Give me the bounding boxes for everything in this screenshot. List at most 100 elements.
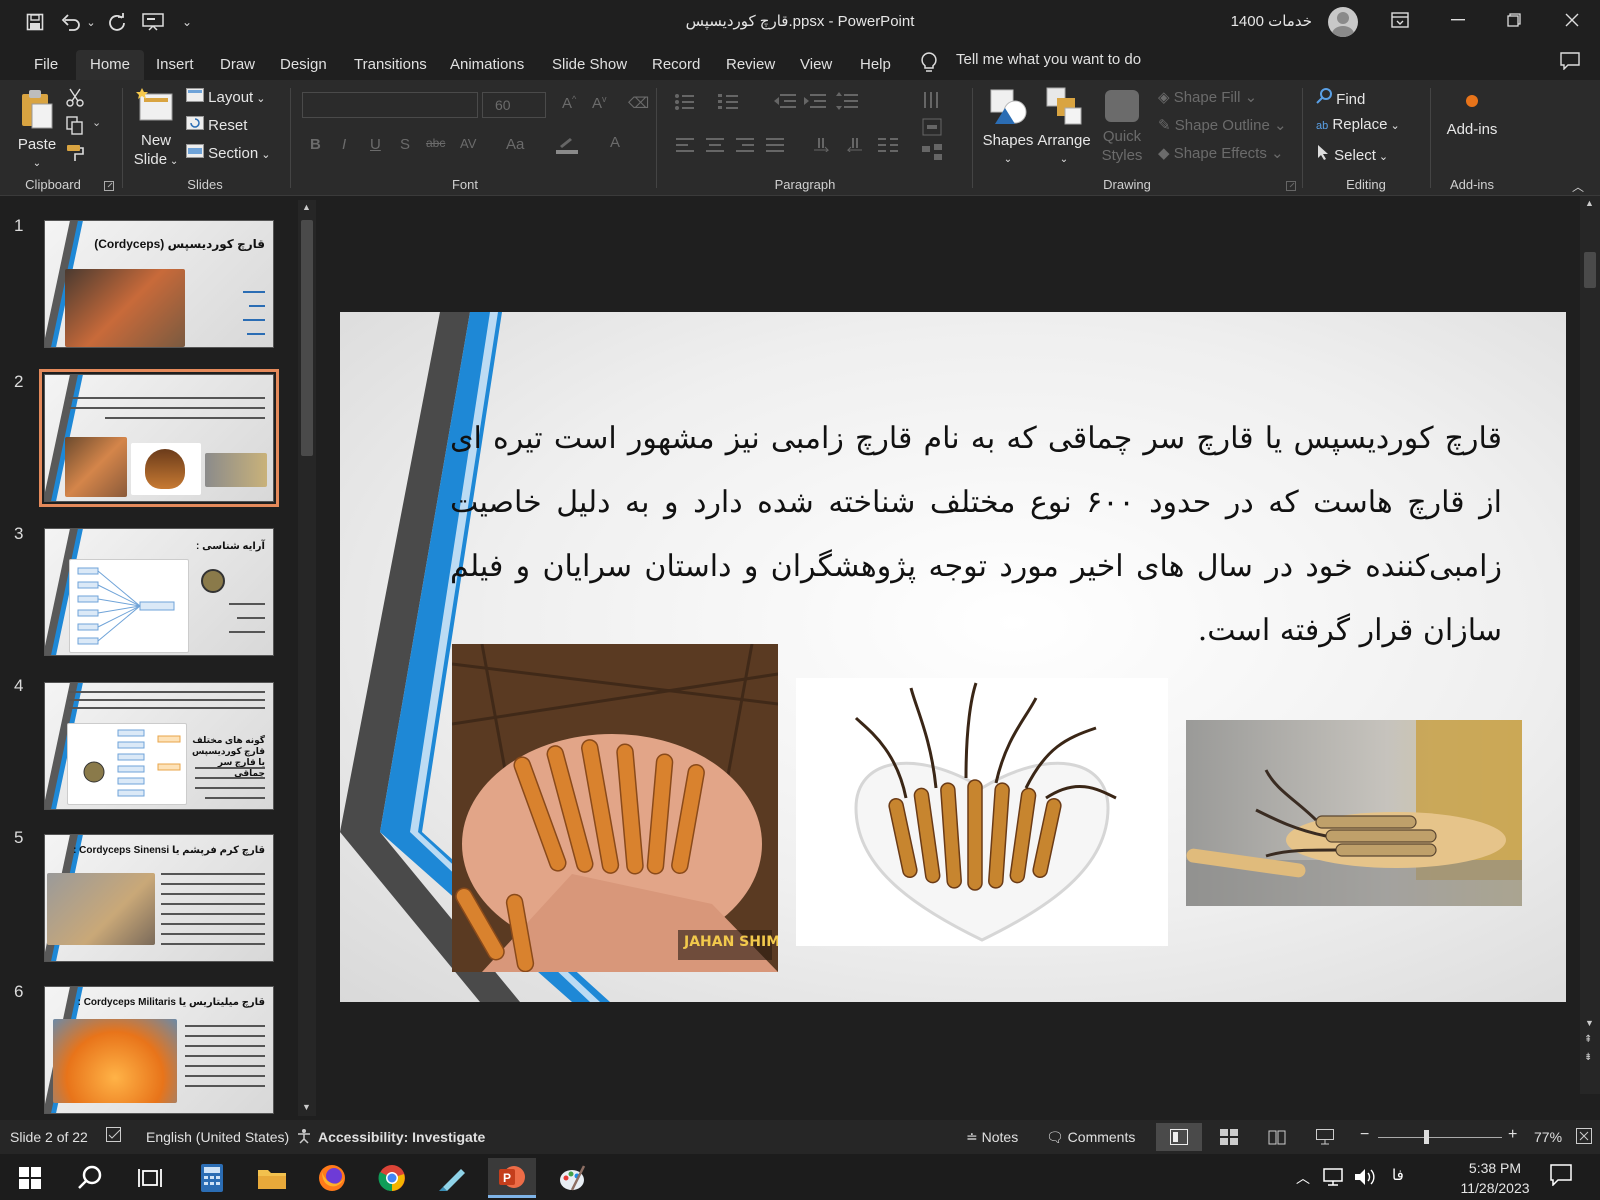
- columns-icon[interactable]: [878, 138, 898, 157]
- bullets-icon[interactable]: [674, 92, 696, 115]
- cordyceps-heart-bowl-photo[interactable]: [796, 678, 1168, 946]
- find-button[interactable]: Find: [1316, 88, 1365, 108]
- shrink-font-icon[interactable]: Av: [592, 94, 607, 112]
- powerpoint-icon[interactable]: P: [488, 1158, 536, 1198]
- tab-slide-show[interactable]: Slide Show: [540, 50, 639, 80]
- slide-sorter-icon[interactable]: [1220, 1129, 1238, 1148]
- thumbnail-scroll-thumb[interactable]: [301, 220, 313, 456]
- tab-insert[interactable]: Insert: [144, 50, 206, 80]
- cordyceps-hand-photo[interactable]: JAHAN SHIMI.COM: [452, 644, 778, 972]
- firefox-icon[interactable]: [308, 1158, 356, 1198]
- scroll-up-icon[interactable]: ▲: [302, 202, 311, 212]
- spell-check-icon[interactable]: [106, 1127, 124, 1146]
- save-icon[interactable]: [22, 9, 48, 35]
- customize-qat-icon[interactable]: ⌄: [178, 9, 196, 35]
- tab-draw[interactable]: Draw: [208, 50, 267, 80]
- slide-thumbnail-2[interactable]: [39, 369, 279, 507]
- avatar[interactable]: [1328, 7, 1358, 37]
- slide-scroll-thumb[interactable]: [1584, 252, 1596, 288]
- slide-scrollbar[interactable]: ▲ ▼ ⇞ ⇟: [1580, 196, 1600, 1094]
- format-painter-icon[interactable]: [66, 144, 86, 167]
- new-slide-dropdown-icon[interactable]: ⌄: [167, 156, 178, 167]
- paste-button[interactable]: Paste ⌄: [14, 88, 60, 173]
- fit-to-window-icon[interactable]: [1576, 1128, 1592, 1147]
- highlight-icon[interactable]: [556, 136, 578, 159]
- input-language[interactable]: فا: [1392, 1166, 1404, 1184]
- shadow-icon[interactable]: S: [400, 136, 410, 153]
- align-text-icon[interactable]: [922, 118, 942, 141]
- search-icon[interactable]: [66, 1158, 114, 1198]
- windows-start-icon[interactable]: [6, 1158, 54, 1198]
- select-button[interactable]: Select ⌄: [1316, 144, 1388, 164]
- slide-body-text[interactable]: قارچ کوردیسپس یا قارچ سر چماقی که به نام…: [450, 407, 1502, 663]
- slide-thumbnail-3[interactable]: آرایه شناسی :: [44, 528, 274, 656]
- line-spacing-icon[interactable]: [836, 92, 858, 115]
- next-slide-icon[interactable]: ⇟: [1584, 1052, 1592, 1063]
- task-view-icon[interactable]: [126, 1158, 174, 1198]
- drawing-launcher-icon[interactable]: [1286, 178, 1296, 196]
- quick-styles-button[interactable]: Quick Styles: [1098, 86, 1146, 165]
- smartart-icon[interactable]: [922, 144, 942, 167]
- increase-indent-icon[interactable]: [804, 92, 826, 115]
- add-ins-button[interactable]: Add-ins: [1440, 94, 1504, 139]
- paste-dropdown-icon[interactable]: ⌄: [14, 154, 60, 173]
- chrome-icon[interactable]: [368, 1158, 416, 1198]
- scroll-down-icon[interactable]: ▼: [1585, 1018, 1594, 1028]
- volume-icon[interactable]: [1354, 1168, 1376, 1191]
- zoom-slider[interactable]: [1378, 1137, 1502, 1138]
- paint-app-icon[interactable]: [548, 1158, 596, 1198]
- copy-dropdown-icon[interactable]: ⌄: [92, 116, 101, 129]
- cordyceps-spoon-tea-photo[interactable]: [1186, 720, 1522, 906]
- collapse-ribbon-icon[interactable]: ︿: [1572, 178, 1584, 195]
- minimize-icon[interactable]: [1430, 0, 1486, 40]
- shapes-button[interactable]: Shapes ⌄: [982, 86, 1034, 169]
- align-right-icon[interactable]: [736, 138, 754, 157]
- font-family-box[interactable]: [302, 92, 478, 118]
- network-icon[interactable]: [1322, 1168, 1344, 1191]
- align-left-icon[interactable]: [676, 138, 694, 157]
- notification-center-icon[interactable]: [1550, 1164, 1572, 1191]
- slideshow-view-icon[interactable]: [1316, 1129, 1334, 1148]
- tab-transitions[interactable]: Transitions: [342, 50, 439, 80]
- underline-icon[interactable]: U: [370, 136, 381, 153]
- tab-animations[interactable]: Animations: [438, 50, 536, 80]
- clear-formatting-icon[interactable]: ⌫: [628, 94, 649, 112]
- text-direction-icon[interactable]: [922, 90, 942, 115]
- present-from-start-icon[interactable]: [140, 9, 166, 35]
- notes-button[interactable]: ≐ Notes: [966, 1129, 1018, 1146]
- cut-icon[interactable]: [66, 88, 84, 113]
- scroll-up-icon[interactable]: ▲: [1585, 198, 1594, 208]
- undo-icon[interactable]: [58, 9, 84, 35]
- rtl-icon[interactable]: [844, 138, 862, 157]
- comments-pane-icon[interactable]: [1560, 52, 1580, 75]
- tab-help[interactable]: Help: [848, 50, 903, 80]
- tab-view[interactable]: View: [788, 50, 844, 80]
- restore-icon[interactable]: [1486, 0, 1542, 40]
- new-slide-button[interactable]: New Slide ⌄: [130, 86, 182, 171]
- justify-icon[interactable]: [766, 138, 784, 157]
- tab-home[interactable]: Home: [76, 50, 145, 80]
- language-indicator[interactable]: English (United States): [146, 1129, 289, 1145]
- font-size-box[interactable]: 60: [482, 92, 546, 118]
- section-button[interactable]: Section ⌄: [186, 144, 271, 162]
- slide-thumbnail-1[interactable]: قارچ کوردیسپس (Cordyceps): [44, 220, 274, 348]
- reading-view-icon[interactable]: [1268, 1129, 1286, 1148]
- slide-thumbnail-4[interactable]: گونه های مختلف قارچ کوردیسپس یا قارچ سر …: [44, 682, 274, 810]
- character-spacing-icon[interactable]: AV: [460, 136, 476, 151]
- numbering-icon[interactable]: [718, 92, 740, 115]
- shape-effects-button[interactable]: ◆ Shape Effects ⌄: [1158, 144, 1284, 162]
- tab-review[interactable]: Review: [714, 50, 787, 80]
- system-clock[interactable]: 5:38 PM 11/28/2023: [1450, 1158, 1540, 1198]
- grow-font-icon[interactable]: A^: [562, 94, 576, 112]
- align-center-icon[interactable]: [706, 138, 724, 157]
- redo-icon[interactable]: [104, 9, 130, 35]
- layout-button[interactable]: Layout ⌄: [186, 88, 266, 106]
- shape-fill-button[interactable]: ◈ Shape Fill ⌄: [1158, 88, 1257, 106]
- ltr-icon[interactable]: [814, 138, 832, 157]
- calculator-icon[interactable]: [188, 1158, 236, 1198]
- thumbnail-scrollbar[interactable]: ▲ ▼: [298, 200, 316, 1116]
- undo-dropdown-icon[interactable]: ⌄: [84, 9, 98, 35]
- file-explorer-icon[interactable]: [248, 1158, 296, 1198]
- italic-icon[interactable]: I: [342, 136, 346, 153]
- close-icon[interactable]: [1544, 0, 1600, 40]
